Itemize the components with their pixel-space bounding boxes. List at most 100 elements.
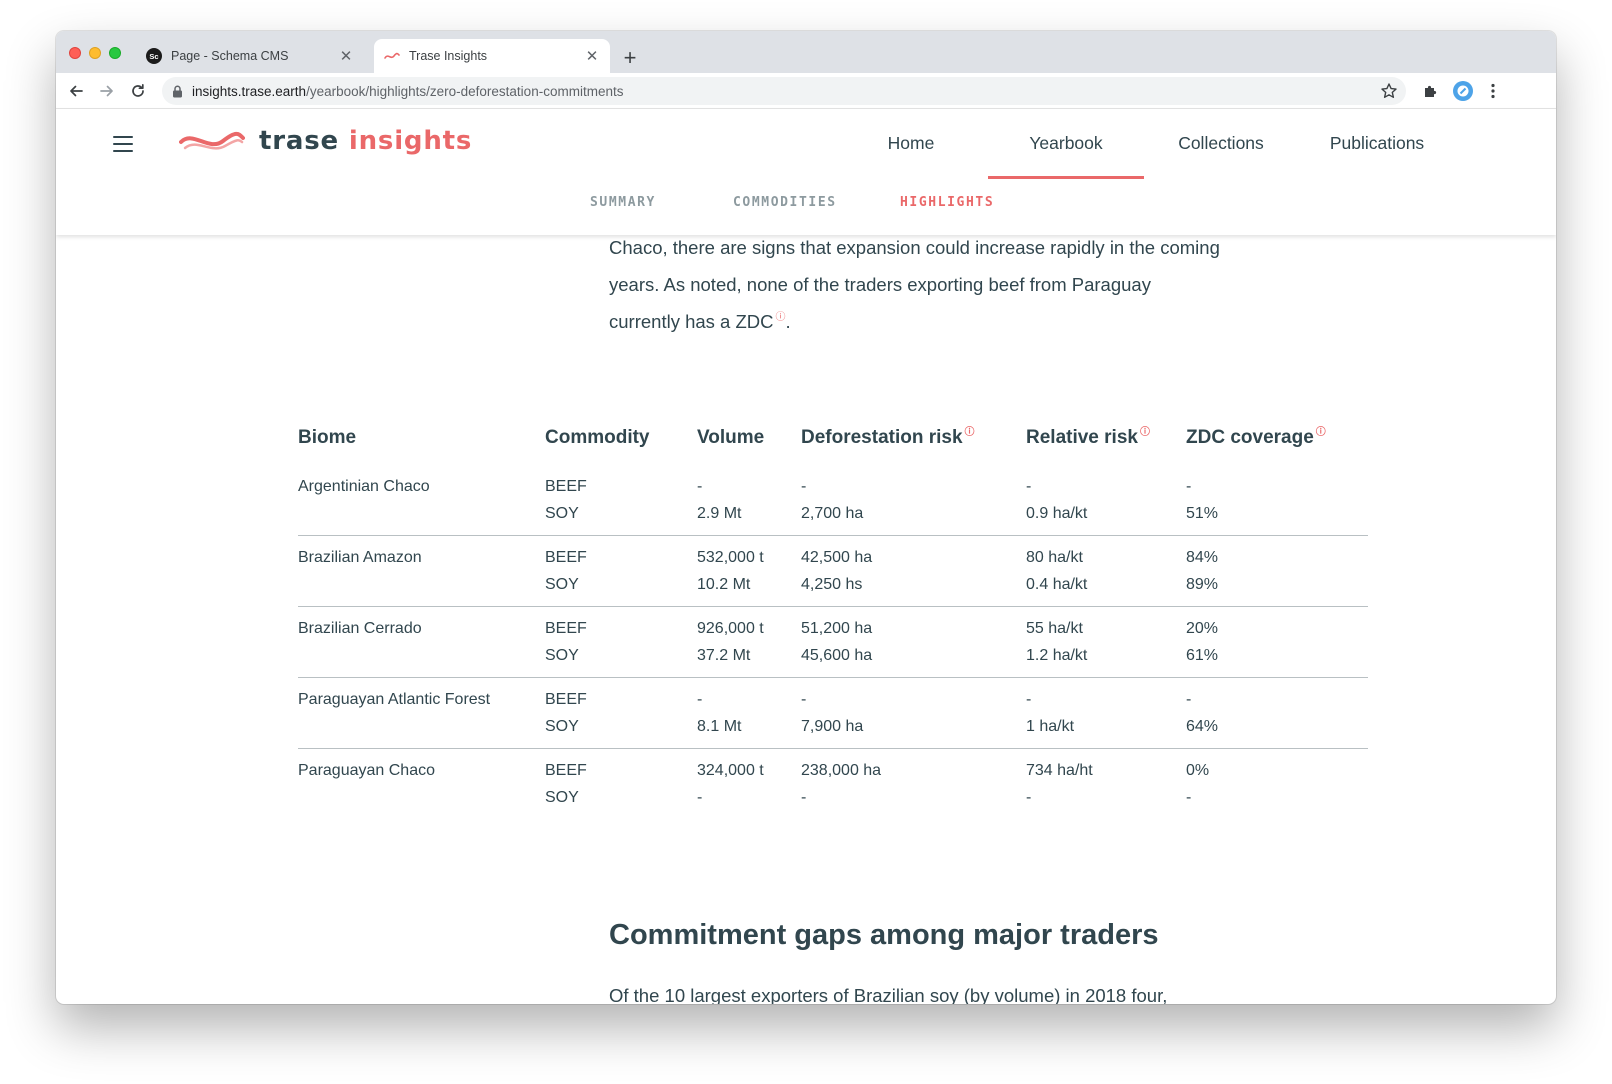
volume-cell: 2.9 Mt bbox=[697, 505, 742, 522]
zdc-cell: 89% bbox=[1186, 576, 1219, 593]
subnav-summary[interactable]: SUMMARY bbox=[590, 195, 656, 210]
arrow-left-icon bbox=[70, 85, 83, 97]
zdc-cell: 84% bbox=[1186, 549, 1219, 566]
relative-risk-cell: - bbox=[1026, 789, 1032, 806]
url-path: /yearbook/highlights/zero-deforestation-… bbox=[306, 83, 624, 99]
sc-icon: Sc bbox=[146, 48, 162, 64]
zdc-cell: - bbox=[1186, 691, 1192, 708]
table-row: Brazilian Cerrado BEEF SOY 926,000 t 37.2 … bbox=[298, 607, 1368, 678]
logo-word-trase: trase bbox=[259, 126, 339, 156]
biome-name: Argentinian Chaco bbox=[298, 478, 430, 495]
deforestation-cell: 2,700 ha bbox=[801, 505, 864, 522]
deforestation-cell: - bbox=[801, 789, 807, 806]
header-commodity: Commodity bbox=[545, 427, 697, 465]
relative-risk-cell: 55 ha/kt bbox=[1026, 620, 1083, 637]
minimize-window-button[interactable] bbox=[89, 47, 101, 59]
nav-home[interactable]: Home bbox=[851, 109, 971, 177]
commodity-cell: BEEF bbox=[545, 478, 587, 495]
info-icon[interactable]: ⓘ bbox=[776, 312, 786, 323]
deforestation-cell: 4,250 hs bbox=[801, 576, 863, 593]
commodity-cell: BEEF bbox=[545, 762, 587, 779]
extensions-puzzle-icon[interactable] bbox=[1419, 80, 1441, 102]
relative-risk-cell: 80 ha/kt bbox=[1026, 549, 1083, 566]
volume-cell: 532,000 t bbox=[697, 549, 764, 566]
deforestation-cell: 238,000 ha bbox=[801, 762, 882, 779]
info-icon[interactable]: ⓘ bbox=[1140, 427, 1150, 438]
tab-schema-cms[interactable]: Sc Page - Schema CMS ✕ bbox=[136, 39, 364, 73]
new-tab-button[interactable]: + bbox=[618, 46, 642, 70]
relative-risk-cell: - bbox=[1026, 691, 1032, 708]
svg-text:Sc: Sc bbox=[149, 52, 158, 61]
subnav-highlights[interactable]: HIGHLIGHTS bbox=[900, 195, 994, 210]
tab-strip: Sc Page - Schema CMS ✕ Trase Insights ✕ … bbox=[56, 31, 1556, 73]
intro-line-2: years. As noted, none of the traders exp… bbox=[609, 274, 1151, 295]
profile-avatar-icon[interactable] bbox=[1452, 80, 1474, 102]
nav-collections[interactable]: Collections bbox=[1156, 109, 1286, 177]
header-deforestation-risk: Deforestation risk ⓘ bbox=[801, 427, 1026, 465]
header-zdc-label: ZDC coverage bbox=[1186, 427, 1314, 448]
tab-title: Page - Schema CMS bbox=[171, 49, 289, 63]
tab-trase-insights[interactable]: Trase Insights ✕ bbox=[374, 39, 610, 73]
maximize-window-button[interactable] bbox=[109, 47, 121, 59]
relative-risk-cell: 0.9 ha/kt bbox=[1026, 505, 1088, 522]
logo-word-insights: insights bbox=[348, 126, 473, 156]
table-row: Argentinian Chaco BEEF SOY - 2.9 Mt - 2,700… bbox=[298, 465, 1368, 536]
commodity-cell: SOY bbox=[545, 505, 579, 522]
table-row: Paraguayan Chaco BEEF SOY 324,000 t - 238,… bbox=[298, 749, 1368, 820]
biome-name: Brazilian Amazon bbox=[298, 549, 422, 566]
deforestation-cell: - bbox=[801, 691, 807, 708]
commodity-cell: BEEF bbox=[545, 691, 587, 708]
volume-cell: 926,000 t bbox=[697, 620, 764, 637]
zdc-cell: 20% bbox=[1186, 620, 1219, 637]
close-tab-icon[interactable]: ✕ bbox=[336, 46, 356, 66]
info-icon[interactable]: ⓘ bbox=[1316, 427, 1326, 438]
intro-paragraph: Chaco, there are signs that expansion co… bbox=[609, 229, 1289, 340]
header-biome: Biome bbox=[298, 427, 545, 465]
section-paragraph: Of the 10 largest exporters of Brazilian… bbox=[609, 985, 1168, 1004]
nav-publications[interactable]: Publications bbox=[1311, 109, 1443, 177]
close-window-button[interactable] bbox=[69, 47, 81, 59]
subnav-commodities[interactable]: COMMODITIES bbox=[733, 195, 837, 210]
biome-name: Brazilian Cerrado bbox=[298, 620, 422, 637]
table-row: Paraguayan Atlantic Forest BEEF SOY - 8.1 … bbox=[298, 678, 1368, 749]
back-button[interactable] bbox=[64, 79, 88, 103]
volume-cell: - bbox=[697, 691, 703, 708]
deforestation-cell: 51,200 ha bbox=[801, 620, 873, 637]
intro-line-3: currently has a ZDC ⓘ. bbox=[609, 303, 1289, 340]
header-commodity-label: Commodity bbox=[545, 427, 650, 448]
zdc-cell: - bbox=[1186, 478, 1192, 495]
volume-cell: 8.1 Mt bbox=[697, 718, 742, 735]
nav-yearbook[interactable]: Yearbook bbox=[988, 109, 1144, 179]
volume-cell: - bbox=[697, 478, 703, 495]
reload-icon bbox=[132, 83, 144, 97]
address-bar[interactable]: insights.trase.earth/yearbook/highlights… bbox=[162, 77, 1406, 105]
intro-line-3-end: . bbox=[785, 311, 791, 332]
section-heading: Commitment gaps among major traders bbox=[609, 919, 1159, 951]
lock-icon bbox=[172, 85, 183, 98]
relative-risk-cell: 1.2 ha/kt bbox=[1026, 647, 1088, 664]
header-relative-label: Relative risk bbox=[1026, 427, 1138, 448]
header-volume: Volume bbox=[697, 427, 801, 465]
close-tab-icon[interactable]: ✕ bbox=[582, 46, 602, 66]
browser-toolbar: insights.trase.earth/yearbook/highlights… bbox=[56, 73, 1556, 109]
header-biome-label: Biome bbox=[298, 427, 357, 448]
site-header: trase insights Home Yearbook Collections… bbox=[56, 109, 1556, 235]
menu-icon[interactable] bbox=[111, 134, 135, 154]
reload-button[interactable] bbox=[126, 79, 150, 103]
forward-button[interactable] bbox=[95, 79, 119, 103]
deforestation-cell: 42,500 ha bbox=[801, 549, 873, 566]
relative-risk-cell: 734 ha/ht bbox=[1026, 762, 1093, 779]
zdc-cell: 64% bbox=[1186, 718, 1219, 735]
url-text: insights.trase.earth/yearbook/highlights… bbox=[192, 84, 623, 99]
header-volume-label: Volume bbox=[697, 427, 765, 448]
trase-insights-logo[interactable]: trase insights bbox=[179, 123, 472, 159]
volume-cell: 324,000 t bbox=[697, 762, 764, 779]
tab-title: Trase Insights bbox=[409, 49, 488, 63]
deforestation-cell: 7,900 ha bbox=[801, 718, 864, 735]
table-row: Brazilian Amazon BEEF SOY 532,000 t 10.2 M… bbox=[298, 536, 1368, 607]
bookmark-star-icon[interactable] bbox=[1380, 82, 1398, 100]
biome-name: Paraguayan Chaco bbox=[298, 762, 435, 779]
commodity-cell: BEEF bbox=[545, 549, 587, 566]
more-vertical-icon[interactable] bbox=[1482, 80, 1504, 102]
info-icon[interactable]: ⓘ bbox=[965, 427, 975, 438]
